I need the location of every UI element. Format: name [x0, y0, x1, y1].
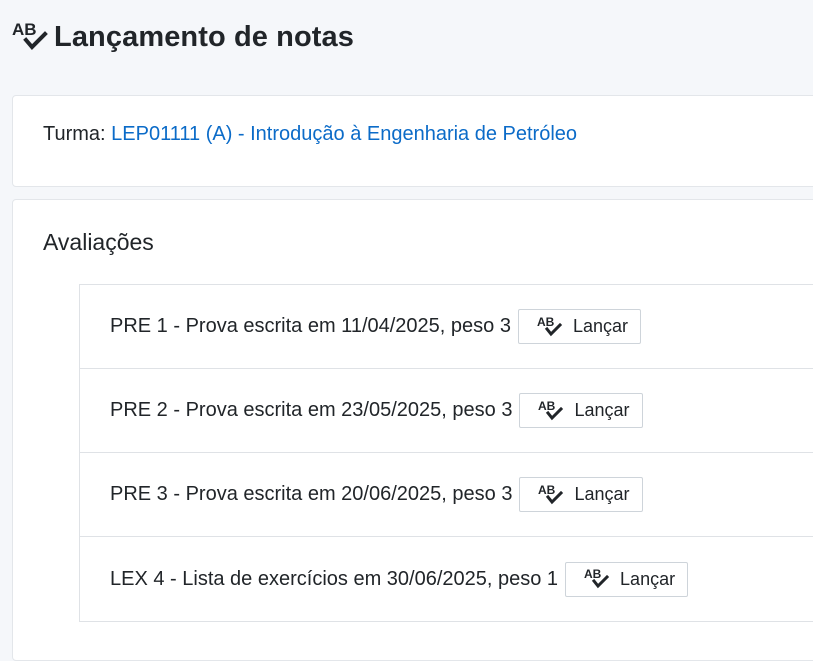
- launch-button-label: Lançar: [572, 316, 629, 336]
- evaluation-text: PRE 2 - Prova escrita em 23/05/2025, pes…: [110, 399, 513, 421]
- launch-grades-button[interactable]: AB Lançar: [565, 561, 689, 597]
- evaluation-item: LEX 4 - Lista de exercícios em 30/06/202…: [80, 537, 813, 621]
- turma-label: Turma:: [43, 123, 106, 145]
- spellcheck-icon: AB: [538, 399, 564, 423]
- page-title: Lançamento de notas: [54, 20, 355, 53]
- launch-button-label: Lançar: [574, 400, 630, 420]
- launch-button-label: Lançar: [574, 484, 630, 504]
- evaluation-list: PRE 1 - Prova escrita em 11/04/2025, pes…: [79, 284, 813, 622]
- avaliacoes-card: Avaliações PRE 1 - Prova escrita em 11/0…: [12, 199, 813, 661]
- evaluation-item: PRE 1 - Prova escrita em 11/04/2025, pes…: [80, 285, 813, 369]
- launch-button-label: Lançar: [620, 568, 676, 589]
- evaluation-text: PRE 1 - Prova escrita em 11/04/2025, pes…: [110, 315, 511, 337]
- svg-text:AB: AB: [538, 399, 556, 413]
- turma-line: Turma: LEP01111 (A) - Introdução à Engen…: [43, 123, 577, 146]
- spellcheck-icon: AB: [537, 315, 563, 339]
- svg-text:AB: AB: [12, 20, 37, 39]
- evaluation-item: PRE 2 - Prova escrita em 23/05/2025, pes…: [80, 369, 813, 453]
- launch-grades-button[interactable]: AB Lançar: [517, 309, 642, 344]
- spellcheck-icon: AB: [584, 567, 610, 591]
- turma-link[interactable]: LEP01111 (A) - Introdução à Engenharia d…: [111, 123, 577, 145]
- launch-grades-button[interactable]: AB Lançar: [519, 393, 643, 428]
- svg-text:AB: AB: [584, 567, 602, 581]
- turma-card: Turma: LEP01111 (A) - Introdução à Engen…: [12, 95, 813, 187]
- evaluation-text: PRE 3 - Prova escrita em 20/06/2025, pes…: [110, 483, 513, 505]
- evaluation-item: PRE 3 - Prova escrita em 20/06/2025, pes…: [80, 453, 813, 537]
- spellcheck-icon: AB: [538, 483, 564, 507]
- avaliacoes-title: Avaliações: [43, 229, 154, 255]
- evaluation-text: LEX 4 - Lista de exercícios em 30/06/202…: [110, 567, 559, 590]
- launch-grades-button[interactable]: AB Lançar: [519, 477, 643, 512]
- page-header: AB Lançamento de notas: [12, 20, 354, 54]
- spellcheck-icon: AB: [12, 20, 48, 54]
- svg-text:AB: AB: [537, 315, 555, 329]
- svg-text:AB: AB: [538, 483, 556, 497]
